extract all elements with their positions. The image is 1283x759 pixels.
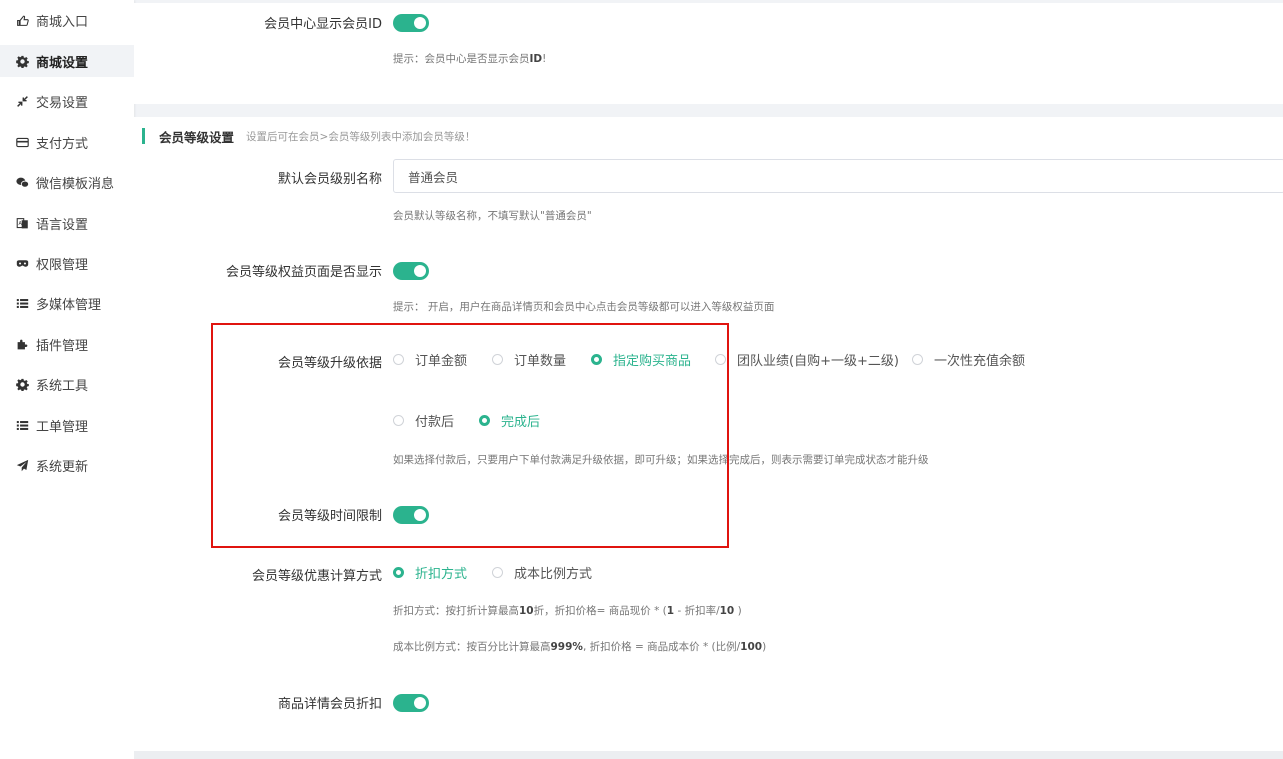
time-limit-label: 会员等级时间限制 [277,509,382,524]
time-limit-toggle[interactable] [393,506,429,524]
sidebar-item-system-update[interactable]: 系统更新 [0,449,134,481]
radio-dot [715,354,726,365]
upgrade-timing-radio-after-payment[interactable]: 付款后 [393,411,454,430]
list-icon [15,296,29,310]
radio-dot [479,415,490,426]
detail-discount-toggle[interactable] [393,694,429,712]
default-level-name-label: 默认会员级别名称 [277,172,382,187]
default-level-name-input[interactable] [393,159,1283,193]
section-title-text: 会员等级设置 [159,129,235,145]
sidebar-item-label: 系统更新 [36,459,89,475]
upgrade-timing-radio-after-completion[interactable]: 完成后 [479,411,540,430]
rights-page-toggle[interactable] [393,262,429,280]
sidebar-item-label: 工单管理 [36,419,89,435]
gear-icon [15,377,29,391]
exchange-icon [15,94,29,108]
sidebar-item-language[interactable]: A 语言设置 [0,207,134,239]
member-id-card: 会员中心显示会员ID 提示：会员中心是否显示会员ID! [134,3,1283,104]
radio-dot [492,354,503,365]
member-level-card: 会员等级设置 设置后可在会员>会员等级列表中添加会员等级！ 默认会员级别名称 会… [134,117,1283,751]
sidebar-item-media[interactable]: 多媒体管理 [0,287,134,319]
gear-icon [15,54,29,68]
sidebar-item-label: 多媒体管理 [36,297,102,313]
credit-card-icon [15,135,29,149]
radio-dot [492,567,503,578]
upgrade-basis-radio-team-performance[interactable]: 团队业绩(自购+一级+二级) [715,350,899,369]
discount-method-hint-2: 成本比例方式：按百分比计算最高999%, 折扣价格 = 商品成本价 * (比例/… [393,641,767,653]
member-id-hint: 提示：会员中心是否显示会员ID! [393,53,547,65]
radio-dot [393,415,404,426]
sidebar-item-trade-settings[interactable]: 交易设置 [0,85,134,117]
discount-method-radio-discount[interactable]: 折扣方式 [393,563,467,582]
rights-page-hint: 提示： 开启，用户在商品详情页和会员中心点击会员等级都可以进入等级权益页面 [393,301,775,313]
discount-method-radio-cost-ratio[interactable]: 成本比例方式 [492,563,592,582]
section-subtitle: 设置后可在会员>会员等级列表中添加会员等级！ [246,130,476,143]
paper-plane-icon [15,458,29,472]
sidebar-item-tickets[interactable]: 工单管理 [0,409,134,441]
section-title: 会员等级设置 设置后可在会员>会员等级列表中添加会员等级！ [142,128,476,145]
sidebar-item-label: 插件管理 [36,338,89,354]
mask-icon [15,256,29,270]
sidebar-item-payment[interactable]: 支付方式 [0,126,134,158]
sidebar-item-mall-settings[interactable]: 商城设置 [0,45,134,77]
sidebar-item-label: 商城设置 [36,55,89,71]
page-bottom-strip [134,751,1283,759]
upgrade-basis-radio-one-time-recharge[interactable]: 一次性充值余额 [912,350,1025,369]
sidebar-item-permission[interactable]: 权限管理 [0,247,134,279]
upgrade-basis-radio-specified-product[interactable]: 指定购买商品 [591,350,691,369]
sidebar-item-plugins[interactable]: 插件管理 [0,328,134,360]
list-icon [15,418,29,432]
sidebar-item-label: 支付方式 [36,136,89,152]
member-id-toggle[interactable] [393,14,429,32]
upgrade-timing-hint: 如果选择付款后，只要用户下单付款满足升级依据，即可升级；如果选择完成后，则表示需… [393,454,929,466]
radio-dot [912,354,923,365]
default-level-name-hint: 会员默认等级名称，不填写默认"普通会员" [393,210,592,222]
sidebar-item-wechat-template[interactable]: 微信模板消息 [0,166,134,198]
detail-discount-label: 商品详情会员折扣 [277,697,382,712]
discount-method-label: 会员等级优惠计算方式 [251,569,382,584]
wechat-icon [15,175,29,189]
puzzle-icon [15,337,29,351]
upgrade-basis-radio-order-amount[interactable]: 订单金额 [393,350,467,369]
sidebar-item-mall-entry[interactable]: 商城入口 [0,4,134,36]
radio-dot [591,354,602,365]
member-id-label: 会员中心显示会员ID [264,17,382,32]
rights-page-label: 会员等级权益页面是否显示 [225,265,382,280]
sidebar-item-label: 权限管理 [36,257,89,273]
sidebar-item-system-tools[interactable]: 系统工具 [0,368,134,400]
sidebar-item-label: 系统工具 [36,378,89,394]
upgrade-basis-radio-order-count[interactable]: 订单数量 [492,350,566,369]
sidebar-item-label: 微信模板消息 [36,176,115,192]
hand-point-icon [15,13,29,27]
sidebar-item-label: 商城入口 [36,14,89,30]
sidebar-item-label: 交易设置 [36,95,89,111]
upgrade-basis-label: 会员等级升级依据 [277,356,382,371]
radio-dot [393,567,404,578]
sidebar: 商城入口 商城设置 交易设置 支付方式 微信模板消息 A 语言设置 权限管理 多… [0,0,134,759]
translate-icon: A [15,216,29,230]
radio-dot [393,354,404,365]
sidebar-item-label: 语言设置 [36,217,89,233]
discount-method-hint-1: 折扣方式：按打折计算最高10折，折扣价格= 商品现价 * (1 - 折扣率/10… [393,605,742,617]
